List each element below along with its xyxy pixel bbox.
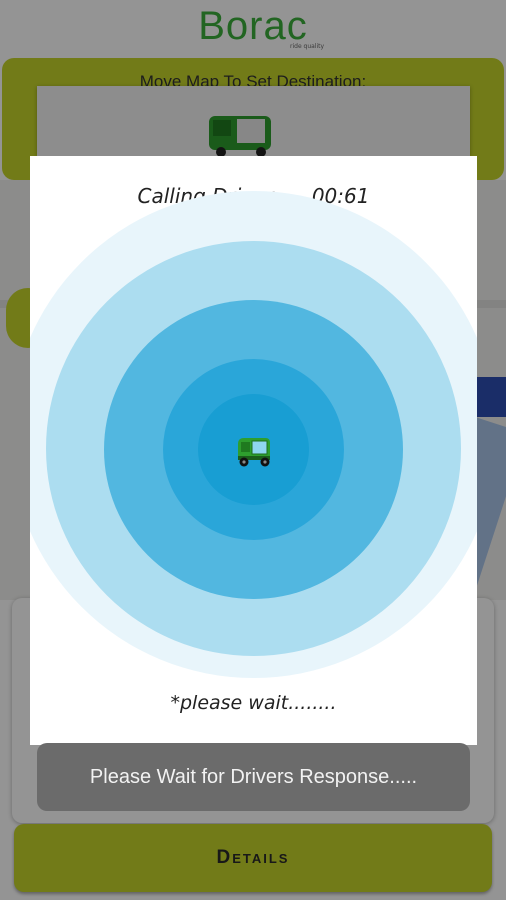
auto-rickshaw-icon (238, 438, 270, 467)
calling-driver-dialog: Calling Driver .....00:61 *please wait..… (30, 156, 477, 745)
please-wait-text: *please wait........ (170, 692, 337, 714)
toast-message: Please Wait for Drivers Response..... (37, 743, 470, 811)
